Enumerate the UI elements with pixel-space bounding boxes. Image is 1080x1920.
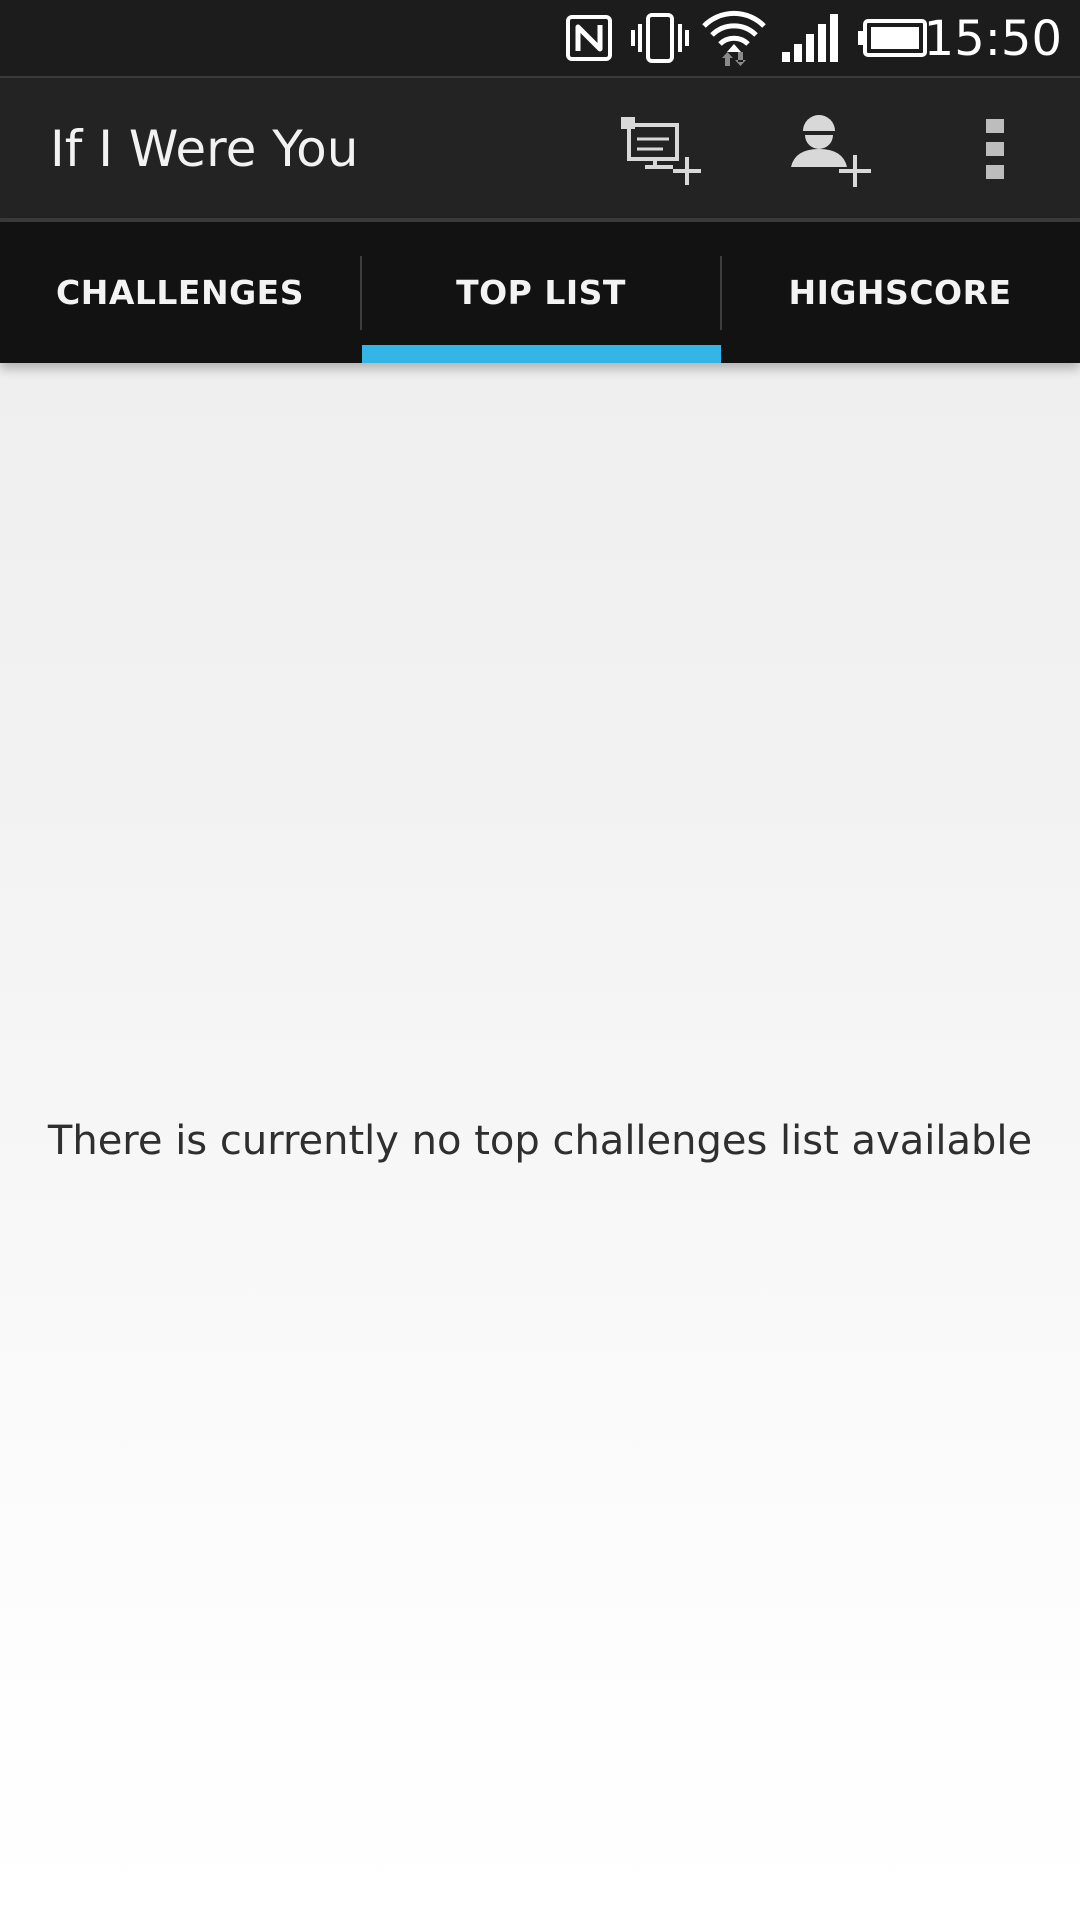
add-challenge-button[interactable] — [600, 78, 720, 220]
status-clock: 15:50 — [923, 11, 1062, 67]
status-bar: 15:50 — [0, 0, 1080, 76]
overflow-menu-button[interactable] — [950, 78, 1040, 220]
tab-highscore[interactable]: HIGHSCORE — [720, 222, 1080, 363]
wifi-icon — [700, 0, 768, 76]
tab-label: HIGHSCORE — [788, 273, 1012, 312]
selected-tab-indicator — [362, 345, 721, 363]
add-friend-icon — [791, 115, 871, 187]
tab-challenges[interactable]: CHALLENGES — [0, 222, 360, 363]
add-friend-button[interactable] — [770, 78, 890, 220]
battery-icon — [856, 0, 928, 76]
add-challenge-icon — [621, 117, 701, 185]
tab-label: CHALLENGES — [56, 273, 304, 312]
overflow-menu-icon — [986, 119, 1004, 179]
nfc-icon — [560, 0, 618, 76]
tab-top-list[interactable]: TOP LIST — [361, 222, 721, 363]
empty-state-message: There is currently no top challenges lis… — [47, 1118, 1033, 1164]
tab-label: TOP LIST — [456, 273, 626, 312]
action-bar: If I Were You — [0, 76, 1080, 220]
screen: 15:50 If I Were You CHALLENGES TOP LIST … — [0, 0, 1080, 1920]
app-title: If I Were You — [50, 120, 359, 178]
signal-icon — [778, 0, 842, 76]
tab-bar: CHALLENGES TOP LIST HIGHSCORE — [0, 222, 1080, 363]
vibrate-icon — [628, 0, 692, 76]
